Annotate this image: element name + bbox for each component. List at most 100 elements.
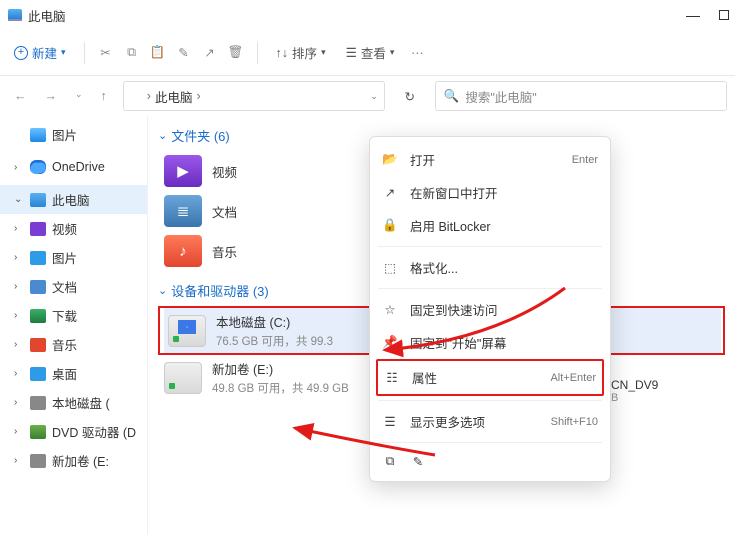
folder-open-icon: 📂 <box>382 152 398 168</box>
ctx-pin-quick[interactable]: ☆ 固定到快速访问 <box>370 293 610 326</box>
disk-e-icon <box>164 362 202 394</box>
new-button-label: 新建 <box>32 43 57 62</box>
nav-recent-button[interactable]: ⌄ <box>75 89 83 103</box>
ctx-show-more[interactable]: ☰ 显示更多选项 Shift+F10 <box>370 405 610 438</box>
properties-icon: ☷ <box>384 370 400 386</box>
rename-icon[interactable]: ✎ <box>410 453 426 469</box>
sidebar-item-label: 图片 <box>52 125 77 144</box>
sidebar-item-local-disk[interactable]: › 本地磁盘 ( <box>0 388 147 417</box>
ctx-format[interactable]: ⬚ 格式化... <box>370 251 610 284</box>
onedrive-icon <box>30 160 46 174</box>
sidebar-item-label: 下载 <box>52 306 77 325</box>
format-icon: ⬚ <box>382 260 398 276</box>
sidebar-item-volume-e[interactable]: › 新加卷 (E: <box>0 446 147 475</box>
nav-back-button[interactable]: ← <box>14 89 27 103</box>
sidebar-item-label: 视频 <box>52 219 77 238</box>
disk-icon <box>30 396 46 410</box>
ctx-pin-start[interactable]: 📌 固定到"开始"屏幕 <box>370 326 610 359</box>
disk-c-icon <box>168 315 206 347</box>
tile-label: 音乐 <box>212 242 237 261</box>
ctx-open-new-window[interactable]: ↗ 在新窗口中打开 <box>370 176 610 209</box>
sort-button[interactable]: ↑↓ 排序 ▾ <box>270 39 332 66</box>
drive-sub: 76.5 GB 可用，共 99.3 <box>216 333 333 349</box>
address-dropdown-icon[interactable]: ⌄ <box>370 91 378 102</box>
nav-forward-button[interactable]: → <box>45 89 58 103</box>
sidebar-item-downloads[interactable]: › 下载 <box>0 301 147 330</box>
new-button[interactable]: + 新建 ▾ <box>8 39 72 66</box>
tile-dvd-partial[interactable]: CN_DV9 B <box>611 378 658 404</box>
search-icon: 🔍 <box>444 89 460 104</box>
sidebar-item-label: 图片 <box>52 248 77 267</box>
sidebar-item-music[interactable]: › 音乐 <box>0 330 147 359</box>
devices-group-label: 设备和驱动器 (3) <box>171 281 269 300</box>
ctx-label: 属性 <box>412 368 538 387</box>
ctx-open[interactable]: 📂 打开 Enter <box>370 143 610 176</box>
sidebar-item-dvd[interactable]: › DVD 驱动器 (D <box>0 417 147 446</box>
ctx-label: 显示更多选项 <box>410 412 539 431</box>
view-button[interactable]: ☰ 查看 ▾ <box>340 39 401 66</box>
this-pc-icon <box>30 193 46 207</box>
more-options-icon: ☰ <box>382 414 398 430</box>
sidebar-item-desktop[interactable]: › 桌面 <box>0 359 147 388</box>
drive-sub: 49.8 GB 可用，共 49.9 GB <box>212 380 349 396</box>
ctx-label: 启用 BitLocker <box>410 216 598 235</box>
sidebar-item-label: 音乐 <box>52 335 77 354</box>
dvd-icon <box>30 425 46 439</box>
ctx-hint: Enter <box>572 154 598 166</box>
folders-group-label: 文件夹 (6) <box>171 126 230 145</box>
address-icon <box>130 91 143 102</box>
sidebar-item-this-pc[interactable]: ⌄ 此电脑 <box>0 185 147 214</box>
music-folder-icon: ♪ <box>164 235 202 267</box>
tile-label: 视频 <box>212 162 237 181</box>
ctx-label: 固定到快速访问 <box>410 300 598 319</box>
rename-icon[interactable]: ✎ <box>175 44 193 62</box>
window-title: 此电脑 <box>28 6 66 25</box>
share-icon[interactable]: ↗ <box>201 44 219 62</box>
cut-icon[interactable]: ✂ <box>97 44 115 62</box>
drive-name: 本地磁盘 (C:) <box>216 312 333 331</box>
window-maximize-button[interactable] <box>719 10 729 20</box>
new-window-icon: ↗ <box>382 185 398 201</box>
ctx-label: 打开 <box>410 150 560 169</box>
ctx-label: 固定到"开始"屏幕 <box>410 333 598 352</box>
disk-icon <box>30 454 46 468</box>
window-minimize-button[interactable]: — <box>687 9 699 21</box>
navigation-pane: › 图片 › OneDrive ⌄ 此电脑 › 视频 › 图片 › 文档 › 下… <box>0 116 148 534</box>
desktop-icon <box>30 367 46 381</box>
copy-icon[interactable]: ⧉ <box>123 44 141 62</box>
ctx-separator <box>378 288 602 289</box>
search-box[interactable]: 🔍 搜索"此电脑" <box>435 81 727 111</box>
this-pc-icon <box>8 9 22 21</box>
address-location: 此电脑 <box>155 87 193 106</box>
sidebar-item-documents[interactable]: › 文档 <box>0 272 147 301</box>
sidebar-item-label: 桌面 <box>52 364 77 383</box>
sidebar-item-onedrive[interactable]: › OneDrive <box>0 155 147 179</box>
ctx-separator <box>378 246 602 247</box>
pictures-icon <box>30 128 46 142</box>
ctx-bitlocker[interactable]: 🔒 启用 BitLocker <box>370 209 610 242</box>
nav-up-button[interactable]: ↑ <box>101 89 107 103</box>
sidebar-item-pictures-2[interactable]: › 图片 <box>0 243 147 272</box>
sidebar-item-label: 新加卷 (E: <box>52 451 109 470</box>
drive-name: 新加卷 (E:) <box>212 359 349 378</box>
sidebar-item-pictures[interactable]: › 图片 <box>0 120 147 149</box>
nav-bar: ← → ⌄ ↑ › 此电脑 › ⌄ ↻ 🔍 搜索"此电脑" <box>0 76 735 116</box>
address-sep2: › <box>196 89 200 103</box>
sidebar-item-label: 此电脑 <box>52 190 90 209</box>
copy-icon[interactable]: ⧉ <box>382 453 398 469</box>
more-icon[interactable]: ⋯ <box>408 44 426 62</box>
search-placeholder: 搜索"此电脑" <box>465 87 536 106</box>
sidebar-item-videos[interactable]: › 视频 <box>0 214 147 243</box>
paste-icon[interactable]: 📋 <box>149 44 167 62</box>
star-icon: ☆ <box>382 302 398 318</box>
command-bar: + 新建 ▾ ✂ ⧉ 📋 ✎ ↗ 🗑 ↑↓ 排序 ▾ ☰ 查看 ▾ ⋯ <box>0 30 735 76</box>
refresh-button[interactable]: ↻ <box>395 81 425 111</box>
delete-icon[interactable]: 🗑 <box>227 44 245 62</box>
address-bar[interactable]: › 此电脑 › ⌄ <box>123 81 385 111</box>
pin-icon: 📌 <box>382 335 398 351</box>
context-menu: 📂 打开 Enter ↗ 在新窗口中打开 🔒 启用 BitLocker ⬚ 格式… <box>369 136 611 482</box>
ctx-separator <box>378 442 602 443</box>
annotation-highlight-properties: ☷ 属性 Alt+Enter <box>376 359 604 396</box>
ctx-properties[interactable]: ☷ 属性 Alt+Enter <box>378 361 602 394</box>
plus-icon: + <box>14 46 28 60</box>
